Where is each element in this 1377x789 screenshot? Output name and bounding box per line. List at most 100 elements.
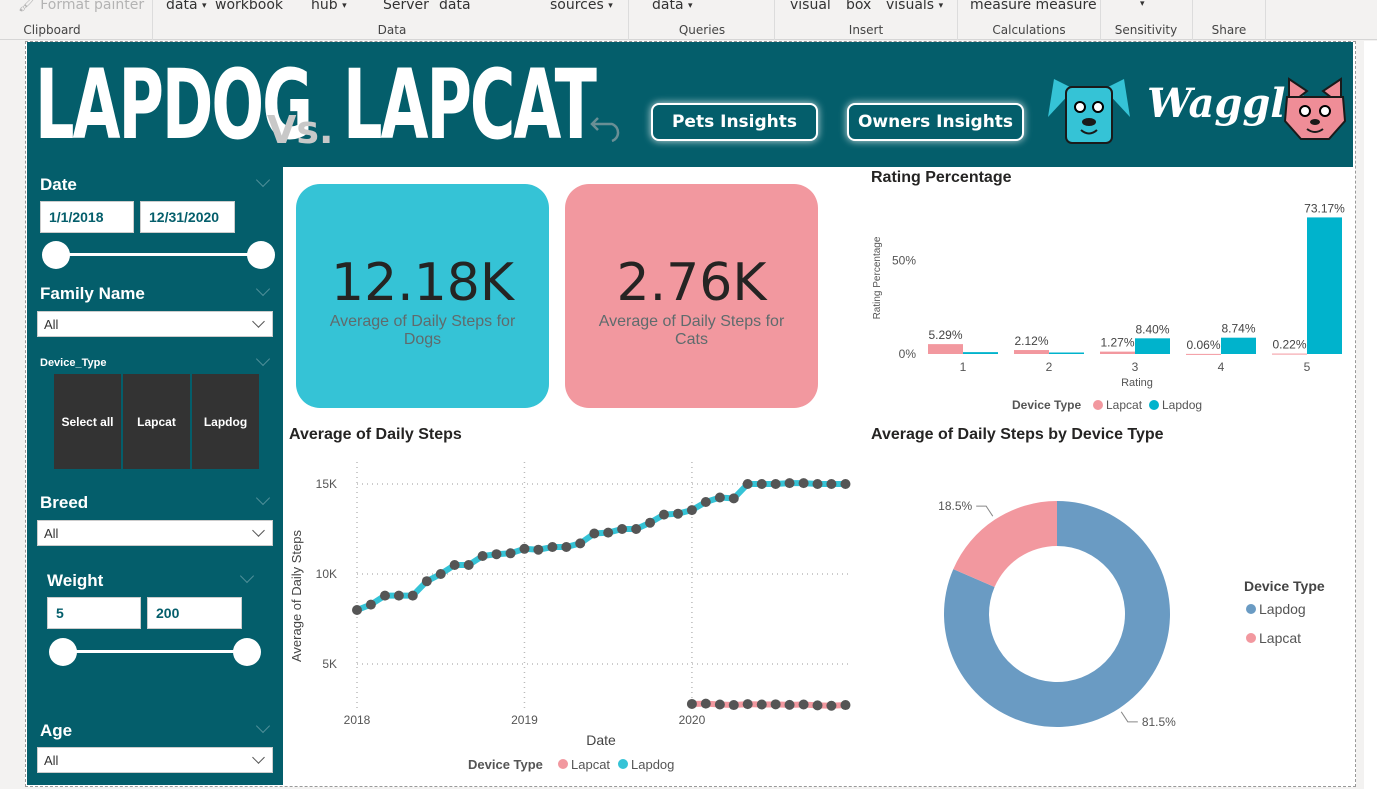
pets-insights-button[interactable]: Pets Insights [651,103,818,141]
data-point-lapdog [463,560,474,570]
weight-slider-track[interactable] [63,650,247,653]
data-point-lapdog [770,479,781,489]
data-point-lapdog [533,544,544,555]
format-painter-icon: 🖌 [18,0,36,13]
family-name-dropdown[interactable]: All [37,311,273,337]
y-tick-label: 0% [899,347,917,361]
data-point-lapdog [491,549,502,560]
ribbon-more-visuals[interactable]: visuals ▾ [886,0,943,13]
bar-lapdog-3 [1135,338,1170,354]
x-axis-title: Date [586,732,616,748]
data-point-lapdog [449,560,460,570]
legend-title: Device Type [1012,398,1081,412]
bar-lapcat-1 [928,344,963,354]
ribbon-new-measure[interactable]: measure measure [970,0,1097,13]
legend-marker [1149,400,1159,410]
y-tick-label: 50% [892,254,916,268]
chevron-down-icon[interactable] [255,172,271,188]
breed-label: Breed [40,493,89,512]
rating-chart-title: Rating Percentage [871,169,1012,186]
back-arrow-icon[interactable] [590,108,624,142]
legend-item: Lapdog [631,757,674,772]
data-point-lapcat [756,699,767,710]
kpi-value-dogs: 12.18K [331,253,514,313]
x-tick-label: 2018 [344,713,371,727]
donut-chart-title: Average of Daily Steps by Device Type [871,426,1164,443]
data-point-lapdog [756,479,767,489]
chevron-down-icon: ▾ [608,1,613,11]
x-tick-label: 2 [1046,360,1053,374]
breed-dropdown[interactable]: All [37,520,273,546]
data-point-lapdog [505,548,516,559]
bar-data-label: 73.17% [1304,201,1345,215]
ribbon-get-data[interactable]: data ▾ [166,0,207,13]
ribbon-enter-data[interactable]: data [439,0,471,13]
canvas-scrollbar[interactable] [1364,41,1377,789]
device-tile-lapcat[interactable]: Lapcat [123,374,190,469]
x-tick-label: 1 [960,360,967,374]
chevron-down-icon[interactable] [255,281,271,297]
ribbon-data-hub[interactable]: hub ▾ [311,0,347,13]
chevron-down-icon [252,751,265,764]
data-point-lapdog [435,569,446,579]
legend-title: Device Type [1244,578,1325,594]
chevron-down-icon[interactable] [255,351,271,367]
ribbon-group-calculations: Calculations [992,23,1066,37]
date-end-field[interactable]: 12/31/2020 [140,201,235,233]
data-point-lapdog [700,497,711,507]
weight-slider-max-handle[interactable] [233,638,261,666]
ribbon-excel-workbook[interactable]: workbook [215,0,283,13]
data-point-lapdog [840,479,851,489]
data-point-lapdog [686,505,697,516]
owners-insights-button[interactable]: Owners Insights [847,103,1024,141]
ribbon-text-box[interactable]: box [846,0,871,13]
ribbon-sql-server[interactable]: Server [383,0,429,13]
kpi-card-dogs: 12.18K Average of Daily Steps for Dogs [296,184,549,408]
data-point-lapdog [407,590,418,601]
data-point-lapdog [589,528,600,539]
data-point-lapdog [742,479,753,489]
weight-slider-min-handle[interactable] [49,638,77,666]
data-point-lapdog [352,605,362,615]
weight-min-field[interactable]: 5 [47,597,141,629]
data-point-lapdog [714,492,725,503]
date-slider-end-handle[interactable] [247,241,275,269]
data-point-lapcat [700,698,711,709]
chevron-down-icon: ▾ [342,1,347,11]
kpi-value-cats: 2.76K [616,253,767,313]
legend-item: Lapcat [1259,630,1301,646]
chevron-down-icon[interactable] [239,568,255,584]
age-dropdown[interactable]: All [37,747,273,773]
bar-data-label: 2.12% [1014,334,1048,348]
leader-line [1120,711,1138,723]
donut-data-label: 81.5% [1142,715,1176,729]
legend-title: Device Type [468,757,543,772]
date-slider-start-handle[interactable] [42,241,70,269]
weight-max-field[interactable]: 200 [147,597,242,629]
data-point-lapdog [603,527,614,538]
dog-face-icon [1048,79,1130,144]
ribbon-new-visual[interactable]: visual [790,0,831,13]
device-tile-lapdog[interactable]: Lapdog [192,374,259,469]
device-tile-select-all[interactable]: Select all [54,374,121,469]
data-point-lapdog [658,509,669,520]
date-start-field[interactable]: 1/1/2018 [40,201,134,233]
steps-line-chart-title: Average of Daily Steps [289,426,462,443]
y-axis-title: Average of Daily Steps [289,530,304,662]
ribbon-transform-data[interactable]: data ▾ [652,0,693,13]
bar-lapdog-1 [963,352,998,354]
kpi-card-cats: 2.76K Average of Daily Steps for Cats [565,184,818,408]
ribbon-sensitivity[interactable]: ▾ [1140,0,1145,11]
bar-lapcat-5 [1272,353,1307,355]
logo-lapcat: LAPCAT [343,48,597,162]
date-slider-track[interactable] [56,253,261,256]
chevron-down-icon[interactable] [255,718,271,734]
chevron-down-icon: ▾ [1140,0,1145,9]
data-point-lapcat [714,699,725,710]
x-tick-label: 4 [1218,360,1225,374]
ribbon-recent-sources[interactable]: sources ▾ [550,0,613,13]
chevron-down-icon[interactable] [255,490,271,506]
format-painter-button[interactable]: 🖌 Format painter [18,0,144,13]
legend-marker [1246,633,1256,643]
data-point-lapdog [645,517,656,528]
